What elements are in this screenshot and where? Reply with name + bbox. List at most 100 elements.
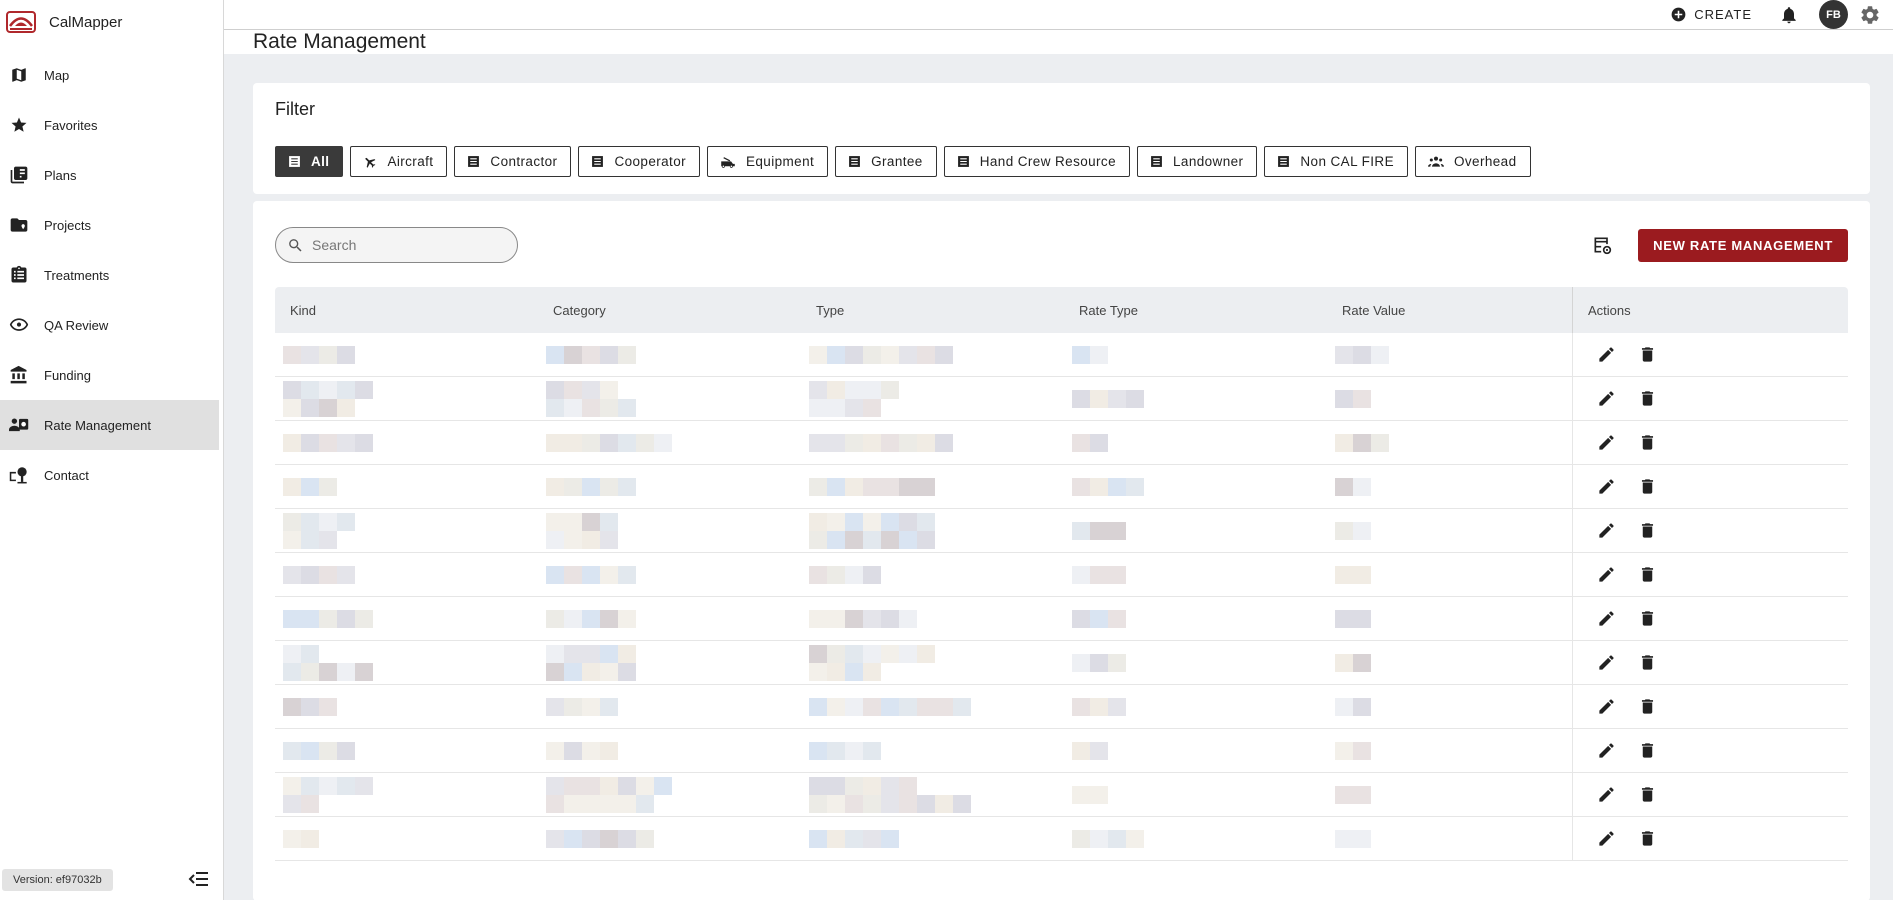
table-cell-redacted xyxy=(538,377,801,421)
table-row[interactable] xyxy=(275,552,1848,597)
edit-button[interactable] xyxy=(1597,345,1616,364)
filter-chip-hand-crew-resource[interactable]: Hand Crew Resource xyxy=(943,146,1130,177)
filter-title: Filter xyxy=(275,99,315,119)
filter-chip-non-cal-fire[interactable]: Non CAL FIRE xyxy=(1264,146,1408,177)
table-cell-redacted xyxy=(1064,729,1327,773)
table-row[interactable] xyxy=(275,772,1848,817)
edit-button[interactable] xyxy=(1597,653,1616,672)
delete-button[interactable] xyxy=(1638,389,1657,408)
list-icon xyxy=(591,155,614,168)
delete-button[interactable] xyxy=(1638,829,1657,848)
sidebar-item-contact[interactable]: Contact xyxy=(0,450,219,500)
create-button[interactable]: CREATE xyxy=(1671,7,1752,22)
calmapper-logo xyxy=(6,11,36,33)
delete-button[interactable] xyxy=(1638,477,1657,496)
table-row[interactable] xyxy=(275,728,1848,773)
column-settings-button[interactable] xyxy=(1592,235,1612,255)
list-icon xyxy=(1277,155,1300,168)
table-cell-redacted xyxy=(275,817,538,861)
edit-button[interactable] xyxy=(1597,785,1616,804)
search-input[interactable] xyxy=(312,237,502,253)
table-cell-redacted xyxy=(1064,773,1327,817)
table-cell-redacted xyxy=(1327,817,1572,861)
filter-chip-all[interactable]: All xyxy=(275,146,344,177)
column-header-kind[interactable]: Kind xyxy=(275,303,538,318)
column-header-rate-type[interactable]: Rate Type xyxy=(1064,303,1327,318)
edit-button[interactable] xyxy=(1597,433,1616,452)
sidebar-item-plans[interactable]: Plans xyxy=(0,150,219,200)
table-row[interactable] xyxy=(275,596,1848,641)
column-header-type[interactable]: Type xyxy=(801,303,1064,318)
edit-button[interactable] xyxy=(1597,829,1616,848)
table-cell-redacted xyxy=(275,729,538,773)
filter-chip-equipment[interactable]: Equipment xyxy=(707,146,829,177)
table-cell-redacted xyxy=(275,377,538,421)
table-cell-redacted xyxy=(275,773,538,817)
table-cell-redacted xyxy=(538,773,801,817)
settings-button[interactable] xyxy=(1859,4,1881,26)
search-box[interactable] xyxy=(275,227,518,263)
edit-button[interactable] xyxy=(1597,389,1616,408)
table-row[interactable] xyxy=(275,684,1848,729)
table-row[interactable] xyxy=(275,376,1848,421)
edit-button[interactable] xyxy=(1597,697,1616,716)
filter-chip-grantee[interactable]: Grantee xyxy=(835,146,937,177)
table-row[interactable] xyxy=(275,464,1848,509)
column-header-rate-value[interactable]: Rate Value xyxy=(1327,303,1572,318)
filter-chip-overhead[interactable]: Overhead xyxy=(1415,146,1531,177)
delete-button[interactable] xyxy=(1638,345,1657,364)
delete-button[interactable] xyxy=(1638,565,1657,584)
filter-chip-aircraft[interactable]: Aircraft xyxy=(350,146,448,177)
notifications-button[interactable] xyxy=(1779,5,1799,25)
sidebar-item-rate-management[interactable]: Rate Management xyxy=(0,400,219,450)
collapse-sidebar-button[interactable] xyxy=(186,870,210,888)
sidebar-item-treatments[interactable]: Treatments xyxy=(0,250,219,300)
sidebar-nav: Map Favorites Plans Projects Treatments … xyxy=(0,50,223,500)
delete-button[interactable] xyxy=(1638,785,1657,804)
filter-chip-landowner[interactable]: Landowner xyxy=(1137,146,1258,177)
avatar[interactable]: FB xyxy=(1819,0,1848,29)
edit-button[interactable] xyxy=(1597,741,1616,760)
table-cell-redacted xyxy=(538,465,801,509)
edit-button[interactable] xyxy=(1597,609,1616,628)
sidebar-item-projects[interactable]: Projects xyxy=(0,200,219,250)
app-name: CalMapper xyxy=(49,13,123,31)
delete-button[interactable] xyxy=(1638,653,1657,672)
row-actions xyxy=(1572,420,1835,465)
sidebar-item-favorites[interactable]: Favorites xyxy=(0,100,219,150)
edit-button[interactable] xyxy=(1597,477,1616,496)
table-cell-redacted xyxy=(1327,685,1572,729)
column-header-category[interactable]: Category xyxy=(538,303,801,318)
delete-button[interactable] xyxy=(1638,741,1657,760)
table-row[interactable] xyxy=(275,816,1848,861)
filter-card: Filter All Aircraft Contractor Cooperator Eq… xyxy=(253,83,1870,194)
sidebar-item-qa-review[interactable]: QA Review xyxy=(0,300,219,350)
airplane-icon xyxy=(363,155,387,169)
edit-button[interactable] xyxy=(1597,565,1616,584)
trash-icon xyxy=(1641,831,1654,846)
trash-icon xyxy=(1641,743,1654,758)
list-icon xyxy=(957,155,980,168)
table-cell-redacted xyxy=(1064,333,1327,377)
table-cell-redacted xyxy=(801,641,1064,685)
new-rate-management-button[interactable]: NEW RATE MANAGEMENT xyxy=(1638,228,1848,262)
delete-button[interactable] xyxy=(1638,433,1657,452)
sidebar-item-funding[interactable]: Funding xyxy=(0,350,219,400)
pencil-icon xyxy=(1599,479,1614,494)
delete-button[interactable] xyxy=(1638,697,1657,716)
filter-chip-cooperator[interactable]: Cooperator xyxy=(578,146,700,177)
edit-button[interactable] xyxy=(1597,521,1616,540)
sidebar-item-map[interactable]: Map xyxy=(0,50,219,100)
search-icon xyxy=(289,238,302,252)
delete-button[interactable] xyxy=(1638,609,1657,628)
table-row[interactable] xyxy=(275,508,1848,553)
brand[interactable]: CalMapper xyxy=(0,0,223,44)
table-cell-redacted xyxy=(1327,421,1572,465)
table-row[interactable] xyxy=(275,420,1848,465)
table-row[interactable] xyxy=(275,332,1848,377)
delete-button[interactable] xyxy=(1638,521,1657,540)
table-cell-redacted xyxy=(538,729,801,773)
table-cell-redacted xyxy=(801,817,1064,861)
table-row[interactable] xyxy=(275,640,1848,685)
filter-chip-contractor[interactable]: Contractor xyxy=(454,146,572,177)
